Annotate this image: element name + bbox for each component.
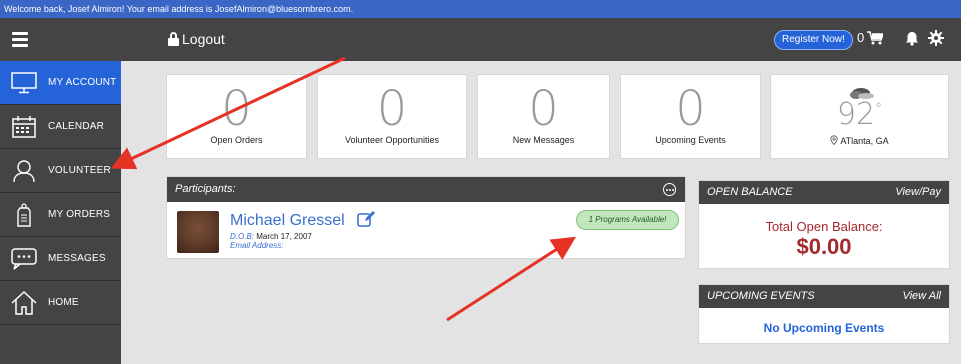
stat-value: 0 [528, 81, 559, 137]
open-balance-title: OPEN BALANCE [707, 186, 793, 198]
person-icon [9, 158, 39, 184]
house-icon [9, 290, 39, 316]
weather-card: 92° ATlanta, GA [770, 74, 949, 159]
sidebar-item-home[interactable]: HOME [0, 281, 121, 325]
sidebar-item-label: MY ORDERS [48, 209, 111, 220]
welcome-bar: Welcome back, Josef Almiron! Your email … [0, 0, 961, 18]
total-open-balance-label: Total Open Balance: [765, 219, 883, 234]
monitor-icon [9, 70, 39, 96]
view-pay-link[interactable]: View/Pay [895, 181, 941, 204]
sidebar-item-messages[interactable]: MESSAGES [0, 237, 121, 281]
lock-icon [168, 32, 179, 46]
participants-header: Participants: [167, 177, 685, 202]
sidebar-item-calendar[interactable]: CALENDAR [0, 105, 121, 149]
weather-temperature: 92° [836, 97, 883, 132]
weather-location: ATlanta, GA [771, 135, 948, 146]
cart-count: 0 [857, 30, 865, 45]
chat-icon [9, 246, 39, 272]
no-upcoming-events-text: No Upcoming Events [763, 321, 885, 335]
participants-title: Participants: [175, 183, 236, 195]
stat-value: 0 [675, 81, 706, 137]
edit-icon[interactable] [357, 211, 375, 227]
hamburger-menu-icon[interactable] [12, 32, 28, 50]
logout-label: Logout [182, 31, 225, 47]
bell-icon[interactable] [905, 31, 919, 46]
participant-dob: D.O.B: March 17, 2007 [230, 232, 312, 241]
view-all-link[interactable]: View All [902, 285, 941, 308]
stat-card-upcoming-events[interactable]: 0 Upcoming Events [620, 74, 761, 159]
sidebar-item-label: VOLUNTEER [48, 165, 111, 176]
cart-button[interactable]: 0 [857, 30, 884, 45]
calendar-icon [9, 114, 39, 140]
more-options-icon[interactable] [663, 183, 676, 196]
logout-link[interactable]: Logout [168, 31, 225, 47]
open-balance-panel: OPEN BALANCE View/Pay Total Open Balance… [698, 180, 950, 269]
sidebar: MY ACCOUNT CALENDAR VOLUNTEER MY ORDERS … [0, 61, 121, 364]
sidebar-item-my-orders[interactable]: MY ORDERS [0, 193, 121, 237]
total-open-balance-value: $0.00 [796, 234, 852, 259]
participant-email-label: Email Address: [230, 241, 284, 250]
top-header: Logout Register Now! 0 [0, 18, 961, 61]
tag-icon [9, 202, 39, 228]
stat-label: New Messages [512, 135, 575, 145]
open-balance-header: OPEN BALANCE View/Pay [699, 181, 949, 204]
programs-available-badge[interactable]: 1 Programs Available! [576, 210, 679, 230]
stat-card-open-orders[interactable]: 0 Open Orders [166, 74, 307, 159]
stat-label: Upcoming Events [655, 135, 726, 145]
sidebar-item-my-account[interactable]: MY ACCOUNT [0, 61, 121, 105]
register-now-button[interactable]: Register Now! [774, 30, 853, 50]
upcoming-events-header: UPCOMING EVENTS View All [699, 285, 949, 308]
stat-value: 0 [376, 81, 408, 137]
stat-value: 0 [221, 81, 252, 137]
stat-label: Open Orders [210, 135, 263, 145]
stat-label: Volunteer Opportunities [344, 135, 440, 145]
sidebar-item-label: MY ACCOUNT [48, 77, 117, 88]
upcoming-events-title: UPCOMING EVENTS [707, 290, 815, 302]
sidebar-item-label: CALENDAR [48, 121, 105, 132]
participant-name-link[interactable]: Michael Gressel [230, 212, 345, 230]
upcoming-events-panel: UPCOMING EVENTS View All No Upcoming Eve… [698, 284, 950, 344]
stat-card-new-messages[interactable]: 0 New Messages [477, 74, 610, 159]
cart-icon [867, 30, 884, 44]
participant-avatar[interactable] [177, 211, 219, 253]
stat-card-volunteer-opportunities[interactable]: 0 Volunteer Opportunities [317, 74, 467, 159]
gear-icon[interactable] [928, 30, 944, 46]
location-pin-icon [830, 135, 838, 146]
sidebar-item-label: HOME [48, 297, 79, 308]
sidebar-item-label: MESSAGES [48, 253, 106, 264]
sidebar-item-volunteer[interactable]: VOLUNTEER [0, 149, 121, 193]
